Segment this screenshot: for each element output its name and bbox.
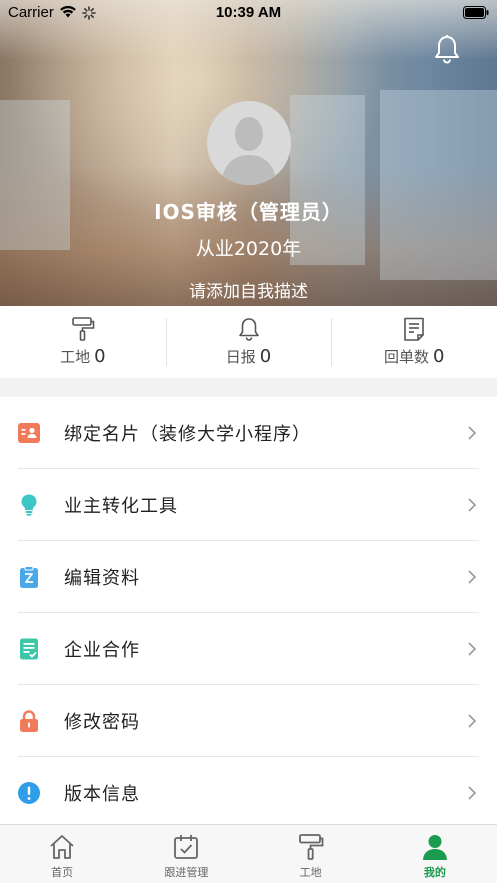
menu-item-edit-profile[interactable]: 编辑资料 xyxy=(0,541,497,613)
stat-sites-value: 0 xyxy=(94,346,106,367)
stat-sites[interactable]: 工地 0 xyxy=(0,306,166,378)
chevron-right-icon xyxy=(468,426,477,440)
menu-label-owner-conversion: 业主转化工具 xyxy=(64,496,178,517)
stat-daily-reports-value: 0 xyxy=(259,346,272,367)
user-description[interactable]: 请添加自我描述 xyxy=(0,277,497,302)
tab-mine-label: 我的 xyxy=(423,866,446,879)
user-years: 从业2020年 xyxy=(195,238,302,260)
chevron-right-icon xyxy=(468,786,477,800)
tab-sites[interactable]: 工地 xyxy=(249,825,373,883)
stat-daily-reports-label: 日报 xyxy=(225,348,256,366)
chevron-right-icon xyxy=(468,570,477,584)
status-bar: Carrier 10:39 AM xyxy=(0,0,497,26)
tab-home-label: 首页 xyxy=(51,866,74,879)
contact-card-icon xyxy=(18,423,40,443)
paint-roller-icon xyxy=(72,317,95,341)
background-window xyxy=(0,100,70,250)
stat-daily-reports[interactable]: 日报 0 xyxy=(165,306,332,378)
status-time: 10:39 AM xyxy=(215,4,282,21)
menu-item-owner-conversion[interactable]: 业主转化工具 xyxy=(0,469,497,541)
tab-bar: 首页 跟进管理 工地 我的 xyxy=(0,824,497,883)
menu-label-change-password: 修改密码 xyxy=(64,712,140,733)
chevron-right-icon xyxy=(468,642,477,656)
settings-menu: 绑定名片（装修大学小程序） 业主转化工具 编辑资料 企业合作 修改密码 版本信息 xyxy=(0,397,497,824)
menu-item-enterprise-cooperation[interactable]: 企业合作 xyxy=(0,613,497,685)
document-icon xyxy=(404,317,424,341)
lightbulb-icon xyxy=(21,494,37,516)
info-icon xyxy=(18,782,40,804)
profile-header: Carrier 10:39 AM IOS审核（管理员） 从业2020年 请添加自… xyxy=(0,0,497,306)
menu-label-edit-profile: 编辑资料 xyxy=(64,568,140,589)
stat-receipts-value: 0 xyxy=(432,346,445,367)
avatar[interactable] xyxy=(207,101,291,185)
user-name: IOS审核（管理员） xyxy=(154,200,343,224)
edit-clipboard-icon xyxy=(20,566,38,588)
menu-item-bind-card[interactable]: 绑定名片（装修大学小程序） xyxy=(0,397,497,469)
tab-follow-up-label: 跟进管理 xyxy=(164,866,209,879)
default-person-icon xyxy=(221,117,277,185)
menu-label-version-info: 版本信息 xyxy=(64,784,140,805)
stats-bar: 工地 0 日报 0 回单数 0 xyxy=(0,306,497,378)
person-icon xyxy=(422,835,447,860)
tab-sites-label: 工地 xyxy=(299,866,322,879)
checklist-icon xyxy=(20,638,38,660)
menu-label-bind-card: 绑定名片（装修大学小程序） xyxy=(64,424,311,445)
battery-icon xyxy=(463,6,489,19)
home-icon xyxy=(50,835,74,859)
paint-roller-icon xyxy=(298,834,324,860)
calendar-check-icon xyxy=(174,835,199,859)
tab-home[interactable]: 首页 xyxy=(0,825,124,883)
lock-icon xyxy=(20,710,38,732)
menu-item-version-info[interactable]: 版本信息 xyxy=(0,757,497,824)
menu-label-enterprise-cooperation: 企业合作 xyxy=(64,640,140,661)
stat-receipts-label: 回单数 xyxy=(383,348,429,366)
notification-bell-icon[interactable] xyxy=(433,34,461,64)
chevron-right-icon xyxy=(468,714,477,728)
tab-follow-up[interactable]: 跟进管理 xyxy=(124,825,248,883)
stat-sites-label: 工地 xyxy=(60,348,91,366)
tab-mine[interactable]: 我的 xyxy=(373,825,497,883)
stat-receipts[interactable]: 回单数 0 xyxy=(331,306,497,378)
menu-item-change-password[interactable]: 修改密码 xyxy=(0,685,497,757)
bell-icon xyxy=(238,318,259,341)
chevron-right-icon xyxy=(468,498,477,512)
